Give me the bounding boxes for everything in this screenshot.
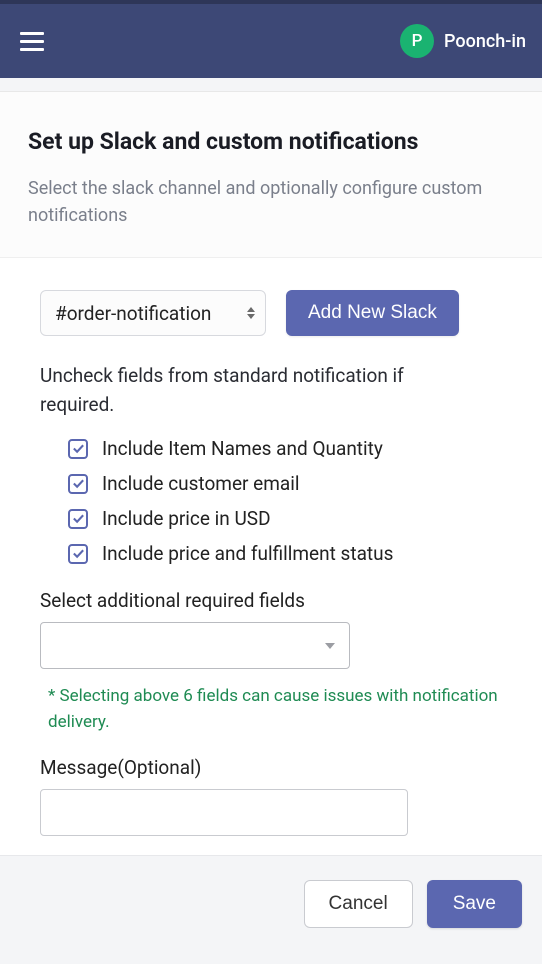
avatar: P <box>400 24 434 58</box>
cancel-button[interactable]: Cancel <box>304 880 413 928</box>
checkbox[interactable] <box>68 474 88 494</box>
additional-fields-label: Select additional required fields <box>40 589 514 612</box>
check-label: Include customer email <box>102 472 300 495</box>
footer: Cancel Save <box>0 855 542 964</box>
page-title: Set up Slack and custom notifications <box>28 128 514 155</box>
menu-icon[interactable] <box>16 24 48 59</box>
message-label: Message(Optional) <box>40 756 514 779</box>
check-icon <box>72 442 85 455</box>
additional-fields-select[interactable] <box>40 622 350 669</box>
slack-channel-select[interactable]: #order-notification <box>40 290 266 336</box>
check-item: Include price and fulfillment status <box>68 542 514 565</box>
check-icon <box>72 512 85 525</box>
save-button[interactable]: Save <box>427 880 522 928</box>
stepper-icon <box>247 307 255 319</box>
user-area[interactable]: P Poonch-in <box>400 24 526 58</box>
check-label: Include price and fulfillment status <box>102 542 393 565</box>
check-label: Include Item Names and Quantity <box>102 437 383 460</box>
add-slack-button[interactable]: Add New Slack <box>286 290 459 336</box>
content: Set up Slack and custom notifications Se… <box>0 91 542 865</box>
check-icon <box>72 477 85 490</box>
page-subtitle: Select the slack channel and optionally … <box>28 175 488 229</box>
app-header: P Poonch-in <box>0 0 542 78</box>
message-input[interactable] <box>40 789 408 836</box>
hint-text: * Selecting above 6 fields can cause iss… <box>48 683 508 736</box>
checklist: Include Item Names and Quantity Include … <box>68 437 514 565</box>
checkbox[interactable] <box>68 544 88 564</box>
checkbox[interactable] <box>68 439 88 459</box>
uncheck-instruction: Uncheck fields from standard notificatio… <box>40 362 440 419</box>
check-item: Include Item Names and Quantity <box>68 437 514 460</box>
page-header: Set up Slack and custom notifications Se… <box>0 92 542 257</box>
chevron-down-icon <box>325 643 335 649</box>
channel-row: #order-notification Add New Slack <box>40 290 514 336</box>
check-item: Include customer email <box>68 472 514 495</box>
user-name: Poonch-in <box>444 31 526 52</box>
slack-channel-value: #order-notification <box>55 302 211 325</box>
check-item: Include price in USD <box>68 507 514 530</box>
check-label: Include price in USD <box>102 507 271 530</box>
checkbox[interactable] <box>68 509 88 529</box>
form-card: #order-notification Add New Slack Unchec… <box>0 257 542 865</box>
check-icon <box>72 547 85 560</box>
